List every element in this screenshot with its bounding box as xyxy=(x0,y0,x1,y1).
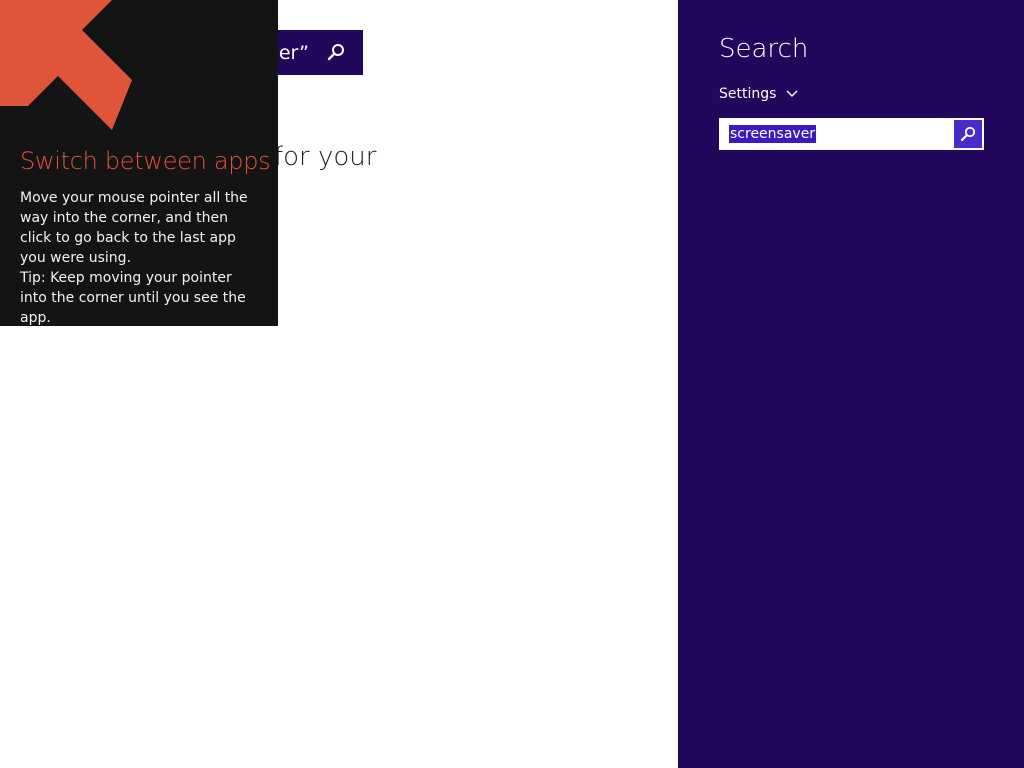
switch-apps-tip: Switch between apps Move your mouse poin… xyxy=(0,0,278,326)
desktop-screen: er” for your Switch between apps Move yo… xyxy=(0,0,1024,768)
search-icon[interactable] xyxy=(325,42,347,64)
search-input[interactable]: screensaver xyxy=(721,120,954,148)
search-box: screensaver xyxy=(719,118,984,150)
search-icon xyxy=(960,126,976,142)
search-button[interactable] xyxy=(954,120,982,148)
tip-title: Switch between apps xyxy=(20,147,271,175)
tip-hint: Tip: Keep moving your pointer into the c… xyxy=(20,270,246,326)
search-scope-dropdown[interactable]: Settings xyxy=(719,86,798,102)
arrow-up-left-icon xyxy=(0,0,135,135)
search-charm-title: Search xyxy=(719,34,809,64)
background-search-text: er” xyxy=(278,41,309,64)
background-heading: for your xyxy=(274,142,377,172)
tip-body: Move your mouse pointer all the way into… xyxy=(20,188,260,328)
tip-instruction: Move your mouse pointer all the way into… xyxy=(20,190,248,266)
search-charm-pane: Search Settings screensaver xyxy=(678,0,1024,768)
chevron-down-icon xyxy=(786,90,798,98)
search-input-selected-text: screensaver xyxy=(729,125,817,143)
search-scope-label: Settings xyxy=(719,86,777,102)
